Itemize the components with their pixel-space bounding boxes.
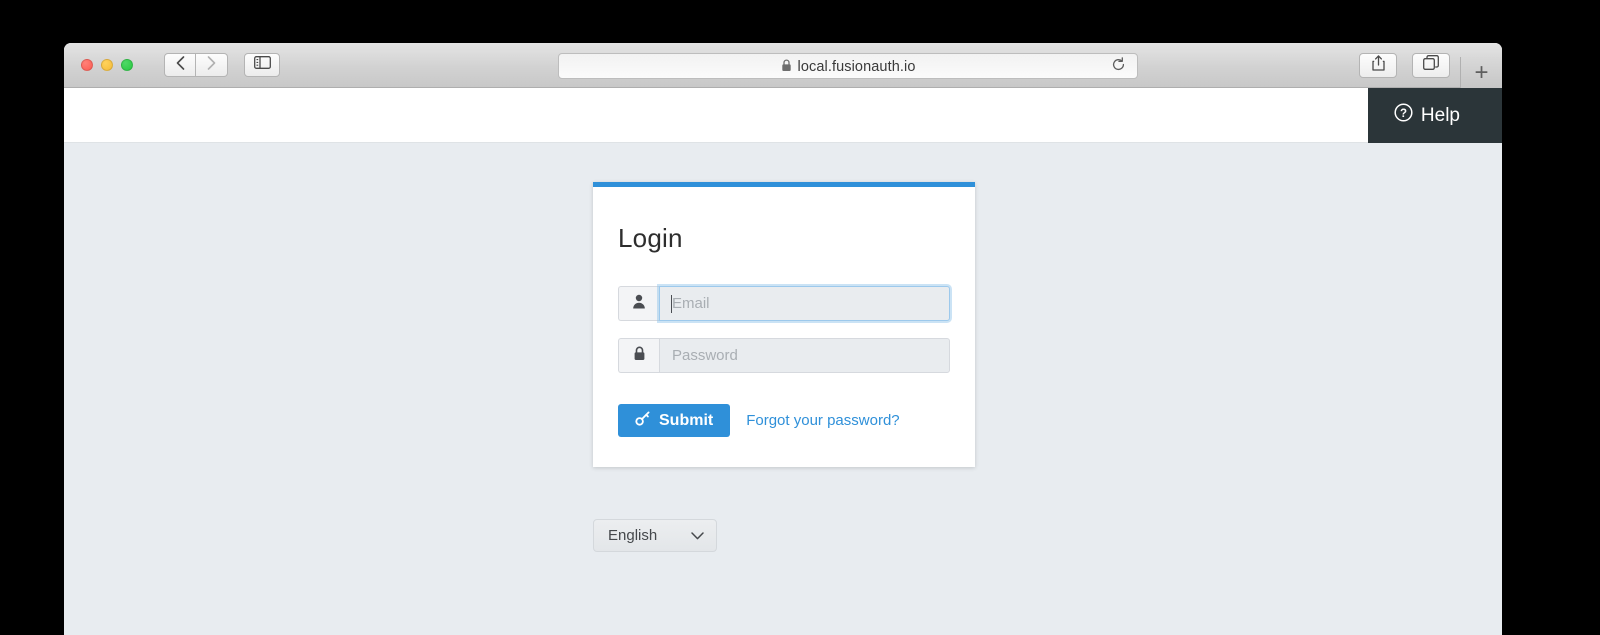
question-circle-icon: ?: [1394, 103, 1413, 128]
reload-button[interactable]: [1109, 57, 1127, 77]
show-tabs-button[interactable]: [1412, 52, 1450, 78]
maximize-window-button[interactable]: [121, 59, 133, 71]
url-value: local.fusionauth.io: [797, 58, 916, 75]
login-actions: Submit Forgot your password?: [618, 404, 950, 437]
address-bar[interactable]: local.fusionauth.io: [558, 53, 1138, 79]
lock-icon: [781, 58, 792, 72]
email-field-group: [618, 286, 950, 321]
language-selector[interactable]: English: [593, 519, 717, 552]
email-input[interactable]: [659, 286, 950, 321]
sidebar-toggle-icon: [253, 56, 271, 74]
help-button[interactable]: ? Help: [1367, 88, 1502, 143]
password-input[interactable]: [659, 338, 950, 373]
address-bar-text: local.fusionauth.io: [781, 58, 916, 75]
page-content: ? Help Login Email Submit Forgot your pa…: [64, 88, 1502, 635]
back-button[interactable]: [164, 53, 196, 77]
sidebar-toggle-button[interactable]: [244, 53, 280, 77]
lock-icon: [633, 346, 646, 366]
chevron-left-icon: [176, 55, 185, 75]
language-selected-value: English: [608, 527, 658, 544]
text-caret: [671, 295, 672, 313]
window-traffic-lights: [81, 59, 133, 71]
page-title: Login: [618, 223, 683, 253]
share-icon: [1371, 54, 1385, 76]
svg-text:?: ?: [1400, 108, 1407, 120]
reload-icon: [1111, 57, 1126, 77]
forward-button[interactable]: [196, 53, 228, 77]
close-window-button[interactable]: [81, 59, 93, 71]
show-tabs-icon: [1423, 55, 1439, 75]
forgot-password-link[interactable]: Forgot your password?: [746, 412, 899, 429]
submit-button[interactable]: Submit: [618, 404, 731, 437]
navigation-buttons: [164, 53, 228, 77]
toolbar-right-actions: [1359, 52, 1450, 78]
key-icon: [635, 410, 650, 431]
email-icon-addon: [618, 286, 659, 321]
login-page-body: Login Email Submit Forgot your password?…: [64, 143, 1502, 635]
share-button[interactable]: [1359, 52, 1397, 78]
browser-toolbar: local.fusionauth.io +: [64, 43, 1502, 88]
browser-window: local.fusionauth.io + ? Help Login Email…: [64, 43, 1502, 635]
chevron-down-icon: [691, 527, 704, 544]
password-field-group: [618, 338, 950, 373]
site-header: ? Help: [64, 88, 1502, 143]
user-icon: [632, 294, 646, 314]
password-icon-addon: [618, 338, 659, 373]
minimize-window-button[interactable]: [101, 59, 113, 71]
new-tab-button[interactable]: +: [1460, 57, 1502, 88]
chevron-right-icon: [207, 55, 216, 75]
login-card: Login Email Submit Forgot your password?: [593, 182, 975, 467]
help-label: Help: [1420, 104, 1460, 126]
submit-label: Submit: [659, 411, 714, 429]
